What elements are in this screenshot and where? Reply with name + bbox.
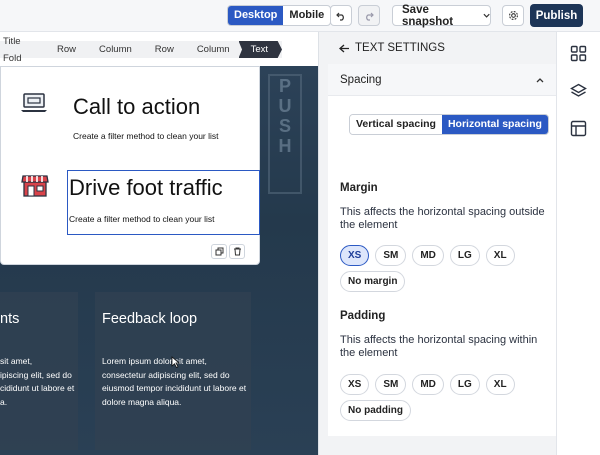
layout-icon[interactable] <box>570 120 587 137</box>
mouse-cursor-icon <box>171 356 180 368</box>
no-padding-chip[interactable]: No padding <box>340 400 411 421</box>
block-heading[interactable]: Drive foot traffic <box>69 175 223 201</box>
breadcrumb-item[interactable]: Title Fold <box>0 33 45 67</box>
margin-md-chip[interactable]: MD <box>412 245 444 266</box>
tile-body: sit amet, ipiscing elit, sed do cididunt… <box>0 356 75 407</box>
chevron-down-icon <box>483 13 490 18</box>
padding-sm-chip[interactable]: SM <box>375 374 407 395</box>
margin-title: Margin <box>340 182 378 194</box>
duplicate-button[interactable] <box>211 244 227 259</box>
save-snapshot-label: Save snapshot <box>402 3 454 28</box>
padding-description: This affects the horizontal spacing with… <box>340 334 538 359</box>
trash-icon <box>233 247 241 256</box>
grid-icon[interactable] <box>570 45 587 62</box>
breadcrumb: Title Fold Row Column Row Column Text <box>0 36 282 64</box>
panel-header[interactable]: TEXT SETTINGS <box>339 42 445 54</box>
laptop-icon <box>21 93 47 112</box>
storefront-icon <box>21 175 49 197</box>
padding-none-row: No padding <box>340 400 411 421</box>
tile-title: Feedback loop <box>102 311 198 327</box>
margin-lg-chip[interactable]: LG <box>449 245 480 266</box>
spacing-direction-toggle: Vertical spacing Horizontal spacing <box>349 114 549 135</box>
view-mode-toggle: Desktop Mobile <box>227 5 332 26</box>
delete-button[interactable] <box>229 244 245 259</box>
redo-button[interactable] <box>358 5 380 26</box>
settings-button[interactable] <box>502 5 524 26</box>
margin-xl-chip[interactable]: XL <box>485 245 515 266</box>
block-body[interactable]: Create a filter method to clean your lis… <box>73 131 219 141</box>
padding-title: Padding <box>340 310 386 322</box>
save-snapshot-button[interactable]: Save snapshot <box>392 3 491 28</box>
breadcrumb-item[interactable]: Column <box>183 41 239 58</box>
background-sign: P U S H <box>268 74 302 194</box>
spacing-section-header[interactable]: Spacing <box>328 64 556 96</box>
content-card[interactable]: Call to action Create a filter method to… <box>0 66 260 265</box>
breadcrumb-item[interactable]: Row <box>141 41 183 58</box>
settings-panel: TEXT SETTINGS Spacing Vertical spacing H… <box>318 32 556 455</box>
vertical-spacing-tab[interactable]: Vertical spacing <box>350 115 442 134</box>
section-title: Spacing <box>340 73 382 86</box>
no-margin-chip[interactable]: No margin <box>340 271 406 292</box>
sign-letter: S <box>278 116 291 136</box>
padding-xl-chip[interactable]: XL <box>485 374 515 395</box>
breadcrumb-item[interactable]: Column <box>85 41 141 58</box>
margin-size-options: XS SM MD LG XL <box>340 245 515 266</box>
breadcrumb-item[interactable]: Row <box>45 41 85 58</box>
padding-md-chip[interactable]: MD <box>412 374 444 395</box>
undo-button[interactable] <box>330 5 352 26</box>
padding-lg-chip[interactable]: LG <box>449 374 480 395</box>
spacing-section: Spacing Vertical spacing Horizontal spac… <box>328 64 556 436</box>
panel-title: TEXT SETTINGS <box>355 42 445 54</box>
padding-xs-chip[interactable]: XS <box>340 374 370 395</box>
publish-button[interactable]: Publish <box>530 4 583 27</box>
top-toolbar: Desktop Mobile Save snapshot Publish <box>0 0 600 32</box>
redo-icon <box>366 12 374 21</box>
right-rail <box>556 32 600 455</box>
padding-size-options: XS SM MD LG XL <box>340 374 515 395</box>
block-body[interactable]: Create a filter method to clean your lis… <box>69 214 215 224</box>
gear-icon <box>508 11 518 20</box>
sign-letter: H <box>278 136 292 156</box>
layers-icon[interactable] <box>570 83 587 100</box>
horizontal-spacing-tab[interactable]: Horizontal spacing <box>441 115 548 134</box>
chevron-up-icon[interactable] <box>536 77 544 83</box>
margin-none-row: No margin <box>340 271 406 292</box>
sign-letter: U <box>278 96 292 116</box>
arrow-left-icon[interactable] <box>339 44 350 53</box>
margin-description: This affects the horizontal spacing outs… <box>340 206 545 231</box>
selected-text-block[interactable]: Drive foot traffic Create a filter metho… <box>67 170 260 235</box>
breadcrumb-item-current[interactable]: Text <box>238 41 282 58</box>
desktop-view-button[interactable]: Desktop <box>228 6 284 25</box>
sign-letter: P <box>278 76 291 96</box>
block-heading[interactable]: Call to action <box>73 94 200 120</box>
mobile-view-button[interactable]: Mobile <box>283 6 330 25</box>
copy-icon <box>215 247 223 256</box>
margin-xs-chip[interactable]: XS <box>340 245 370 266</box>
margin-sm-chip[interactable]: SM <box>375 245 407 266</box>
undo-icon <box>336 12 344 21</box>
tile-title: nts <box>0 311 20 327</box>
